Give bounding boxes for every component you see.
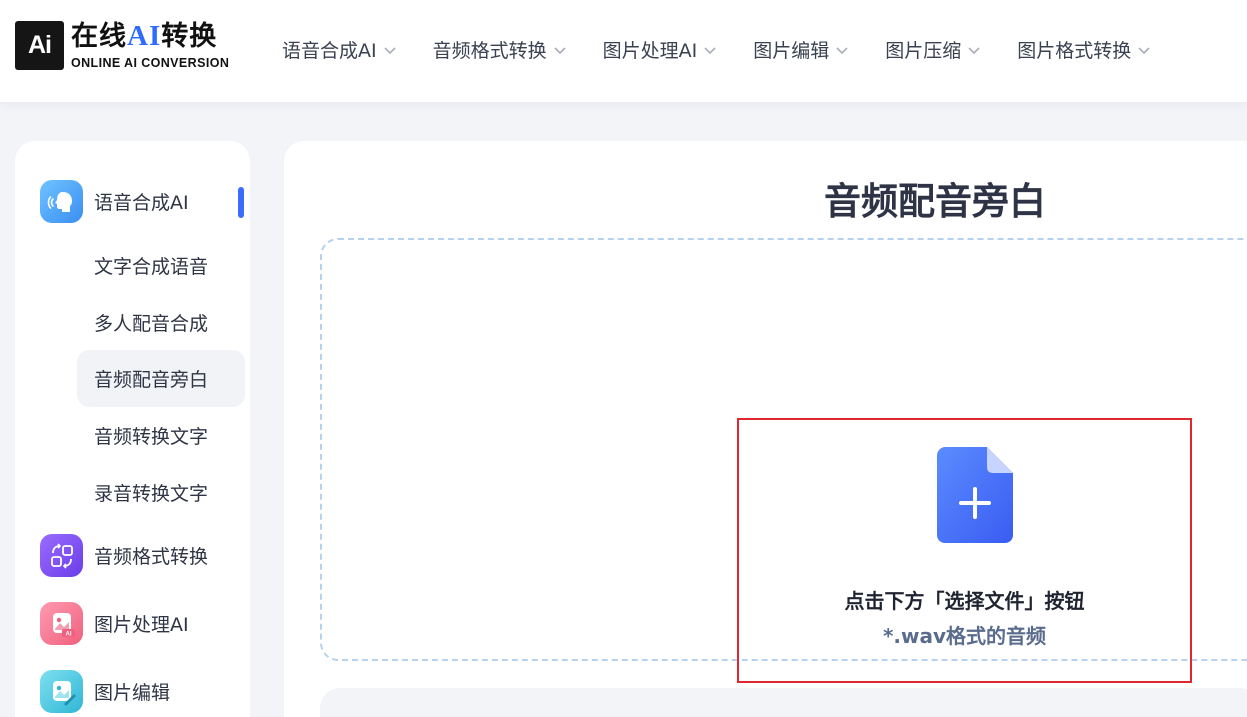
sidebar-item-label: 文字合成语音 xyxy=(94,256,209,278)
svg-text:AI: AI xyxy=(65,631,71,637)
nav-item-label: 语音合成AI xyxy=(282,40,377,62)
site-logo[interactable]: Ai 在线AI转换 ONLINE AI CONVERSION xyxy=(15,20,229,71)
active-indicator xyxy=(238,187,244,218)
chevron-down-icon xyxy=(704,46,716,54)
nav-item-label: 图片处理AI xyxy=(602,40,698,62)
nav-item-voice-ai[interactable]: 语音合成AI xyxy=(282,36,397,63)
logo-title-prefix: 在线 xyxy=(71,21,127,52)
nav-item-image-format[interactable]: 图片格式转换 xyxy=(1017,36,1151,63)
sidebar-item-label: 音频配音旁白 xyxy=(94,369,209,391)
top-header: Ai 在线AI转换 ONLINE AI CONVERSION 语音合成AI 音频… xyxy=(0,0,1247,102)
main-panel: 音频配音旁白 点击下方「选择文件」按钮 *.wav格式的音频 xyxy=(284,141,1247,717)
format-hint: *.wav格式的音频 xyxy=(882,624,1047,648)
sidebar: 语音合成AI 文字合成语音 多人配音合成 音频配音旁白 音频转换文字 录音转换文… xyxy=(15,141,250,717)
sidebar-item-label: 音频转换文字 xyxy=(94,426,209,448)
upload-dropzone[interactable]: 点击下方「选择文件」按钮 *.wav格式的音频 xyxy=(320,238,1247,683)
chevron-down-icon xyxy=(554,46,566,54)
sidebar-category-label: 语音合成AI xyxy=(94,192,189,214)
sidebar-category-label: 音频格式转换 xyxy=(94,546,209,568)
logo-mark: Ai xyxy=(15,21,64,70)
sidebar-item-recording-to-text[interactable]: 录音转换文字 xyxy=(77,464,245,521)
nav-item-image-edit[interactable]: 图片编辑 xyxy=(753,36,849,63)
upload-instruction: 点击下方「选择文件」按钮 xyxy=(844,589,1085,613)
sidebar-category-image-edit[interactable]: 图片编辑 xyxy=(40,670,170,713)
logo-subtitle: ONLINE AI CONVERSION xyxy=(71,56,230,70)
sidebar-category-voice-ai[interactable]: 语音合成AI xyxy=(40,180,189,223)
sidebar-item-multi-voice[interactable]: 多人配音合成 xyxy=(77,294,245,351)
sidebar-category-label: 图片处理AI xyxy=(94,614,189,636)
logo-title: 在线AI转换 xyxy=(71,20,229,53)
nav-item-label: 图片格式转换 xyxy=(1017,40,1132,62)
nav-item-image-ai[interactable]: 图片处理AI xyxy=(603,36,718,63)
nav-item-label: 图片编辑 xyxy=(753,40,830,62)
nav-item-label: 音频格式转换 xyxy=(432,40,547,62)
sidebar-category-image-ai[interactable]: AI 图片处理AI xyxy=(40,602,189,645)
page-title: 音频配音旁白 xyxy=(824,180,1046,223)
convert-icon xyxy=(40,534,83,577)
logo-title-ai: AI xyxy=(127,20,162,52)
chevron-down-icon xyxy=(836,46,848,54)
sidebar-item-text-to-speech[interactable]: 文字合成语音 xyxy=(77,237,245,294)
sidebar-item-audio-narration[interactable]: 音频配音旁白 xyxy=(77,350,245,407)
nav-item-audio-format[interactable]: 音频格式转换 xyxy=(433,36,567,63)
sidebar-item-label: 多人配音合成 xyxy=(94,313,209,335)
sidebar-category-audio-format[interactable]: 音频格式转换 xyxy=(40,534,208,577)
file-plus-icon xyxy=(937,447,1013,543)
upload-target-area[interactable]: 点击下方「选择文件」按钮 *.wav格式的音频 xyxy=(737,418,1192,683)
logo-text: 在线AI转换 ONLINE AI CONVERSION xyxy=(71,20,229,71)
image-edit-icon xyxy=(40,670,83,713)
main-nav: 语音合成AI 音频格式转换 图片处理AI 图片编辑 图片压缩 图片格式转换 xyxy=(282,36,1187,63)
nav-item-label: 图片压缩 xyxy=(885,40,962,62)
chevron-down-icon xyxy=(384,46,396,54)
chevron-down-icon xyxy=(1138,46,1150,54)
chevron-down-icon xyxy=(968,46,980,54)
sidebar-item-audio-to-text[interactable]: 音频转换文字 xyxy=(77,407,245,464)
logo-title-suffix: 转换 xyxy=(161,21,218,52)
sidebar-category-label: 图片编辑 xyxy=(94,682,171,704)
lower-panel-edge xyxy=(320,688,1247,717)
speaking-head-icon xyxy=(40,180,83,223)
image-ai-icon: AI xyxy=(40,602,83,645)
sidebar-item-label: 录音转换文字 xyxy=(94,483,209,505)
nav-item-image-compress[interactable]: 图片压缩 xyxy=(885,36,981,63)
